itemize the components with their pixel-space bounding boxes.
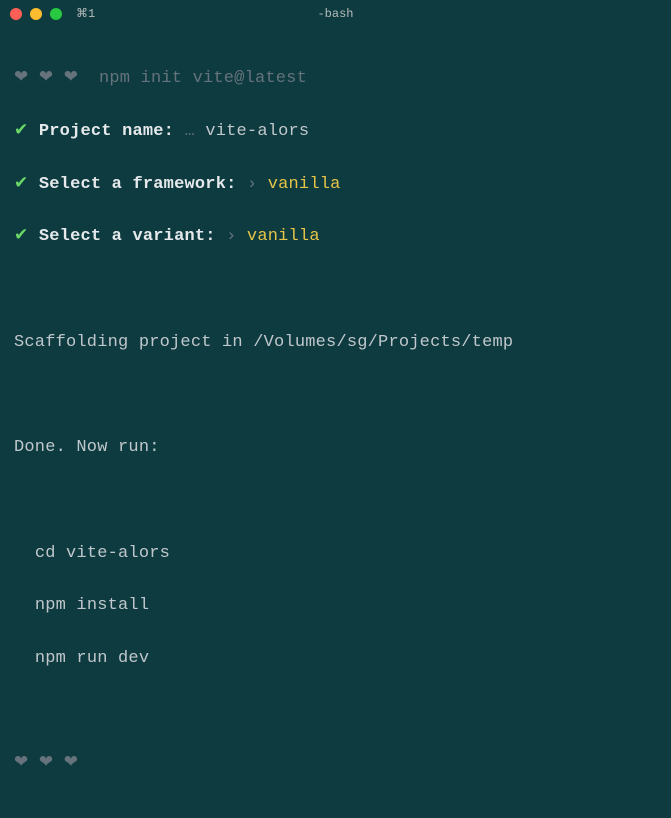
zoom-icon[interactable] xyxy=(50,8,62,20)
project-name-line: ✔ Project name: … vite-alors xyxy=(14,119,657,145)
cmd-dev: npm run dev xyxy=(14,646,657,672)
scaffold-line: Scaffolding project in /Volumes/sg/Proje… xyxy=(14,330,657,356)
prompt-line: ❤︎ ❤︎ ❤︎ npm init vite@latest xyxy=(14,66,657,92)
variant-value: vanilla xyxy=(247,227,320,246)
blank-line xyxy=(14,488,657,514)
variant-label: Select a variant: xyxy=(39,227,216,246)
tab-label: ⌘1 xyxy=(76,5,95,24)
variant-line: ✔ Select a variant: › vanilla xyxy=(14,224,657,250)
blank-line xyxy=(14,382,657,408)
blank-line xyxy=(14,699,657,725)
done-line: Done. Now run: xyxy=(14,435,657,461)
prompt-line-2: ❤︎ ❤︎ ❤︎ xyxy=(14,751,657,777)
close-icon[interactable] xyxy=(10,8,22,20)
command-text xyxy=(78,69,99,88)
ellipsis-icon: … xyxy=(185,122,195,141)
cmd-install: npm install xyxy=(14,593,657,619)
cmd-cd: cd vite-alors xyxy=(14,541,657,567)
chevron-icon: › xyxy=(226,227,236,246)
framework-value: vanilla xyxy=(268,175,341,194)
blank-line xyxy=(14,277,657,303)
framework-line: ✔ Select a framework: › vanilla xyxy=(14,172,657,198)
minimize-icon[interactable] xyxy=(30,8,42,20)
project-name-label: Project name: xyxy=(39,122,174,141)
terminal-output[interactable]: ❤︎ ❤︎ ❤︎ npm init vite@latest ✔ Project … xyxy=(0,28,671,818)
window-title: -bash xyxy=(0,5,671,24)
prompt-hearts-icon: ❤︎ ❤︎ ❤︎ xyxy=(14,754,78,773)
check-icon: ✔ xyxy=(14,122,28,141)
framework-label: Select a framework: xyxy=(39,175,237,194)
traffic-lights xyxy=(10,8,62,20)
window-titlebar: ⌘1 -bash xyxy=(0,0,671,28)
project-name-value: vite-alors xyxy=(205,122,309,141)
command-text: npm init vite@latest xyxy=(99,69,307,88)
prompt-hearts-icon: ❤︎ ❤︎ ❤︎ xyxy=(14,69,78,88)
chevron-icon: › xyxy=(247,175,257,194)
check-icon: ✔ xyxy=(14,227,28,246)
check-icon: ✔ xyxy=(14,175,28,194)
